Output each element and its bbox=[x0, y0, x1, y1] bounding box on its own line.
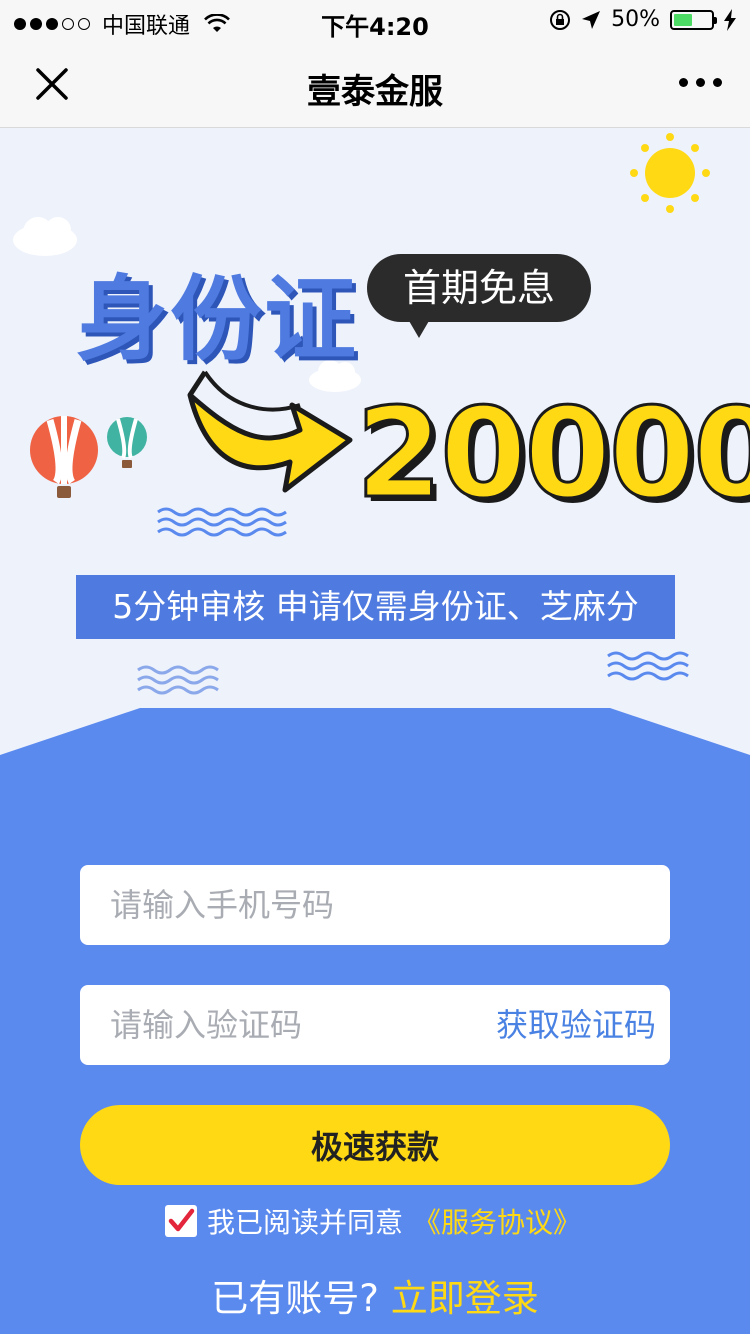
phone-field bbox=[80, 865, 670, 945]
phone-input[interactable] bbox=[80, 865, 670, 945]
checkmark-icon bbox=[168, 1208, 195, 1232]
banner-headline: 身份证 bbox=[76, 266, 359, 373]
agreement-row: 我已阅读并同意 《服务协议》 bbox=[165, 1201, 581, 1241]
agree-checkbox[interactable] bbox=[165, 1205, 197, 1237]
wave-icon bbox=[607, 651, 689, 681]
promo-bubble-tail bbox=[405, 314, 433, 338]
verification-code-input[interactable] bbox=[80, 985, 470, 1065]
agree-text: 我已阅读并同意 bbox=[207, 1206, 404, 1239]
promo-bubble: 首期免息 bbox=[367, 254, 591, 322]
get-code-button[interactable]: 获取验证码 bbox=[496, 985, 656, 1065]
cloud-icon bbox=[13, 217, 77, 256]
sun-icon bbox=[630, 133, 710, 213]
wave-icon bbox=[157, 507, 287, 537]
wave-icon bbox=[137, 665, 219, 695]
submit-button[interactable]: 极速获款 bbox=[80, 1105, 670, 1185]
login-link[interactable]: 立即登录 bbox=[391, 1277, 539, 1320]
login-prompt: 已有账号? bbox=[211, 1277, 379, 1320]
service-agreement-link[interactable]: 《服务协议》 bbox=[413, 1201, 581, 1241]
hot-air-balloon-icon bbox=[30, 416, 98, 498]
loan-amount: 20000 bbox=[354, 381, 750, 528]
banner-subtitle: 5分钟审核 申请仅需身份证、芝麻分 bbox=[76, 575, 675, 639]
hot-air-balloon-icon bbox=[107, 417, 147, 468]
code-field: 获取验证码 bbox=[80, 985, 670, 1065]
login-row: 已有账号? 立即登录 bbox=[0, 1268, 750, 1322]
